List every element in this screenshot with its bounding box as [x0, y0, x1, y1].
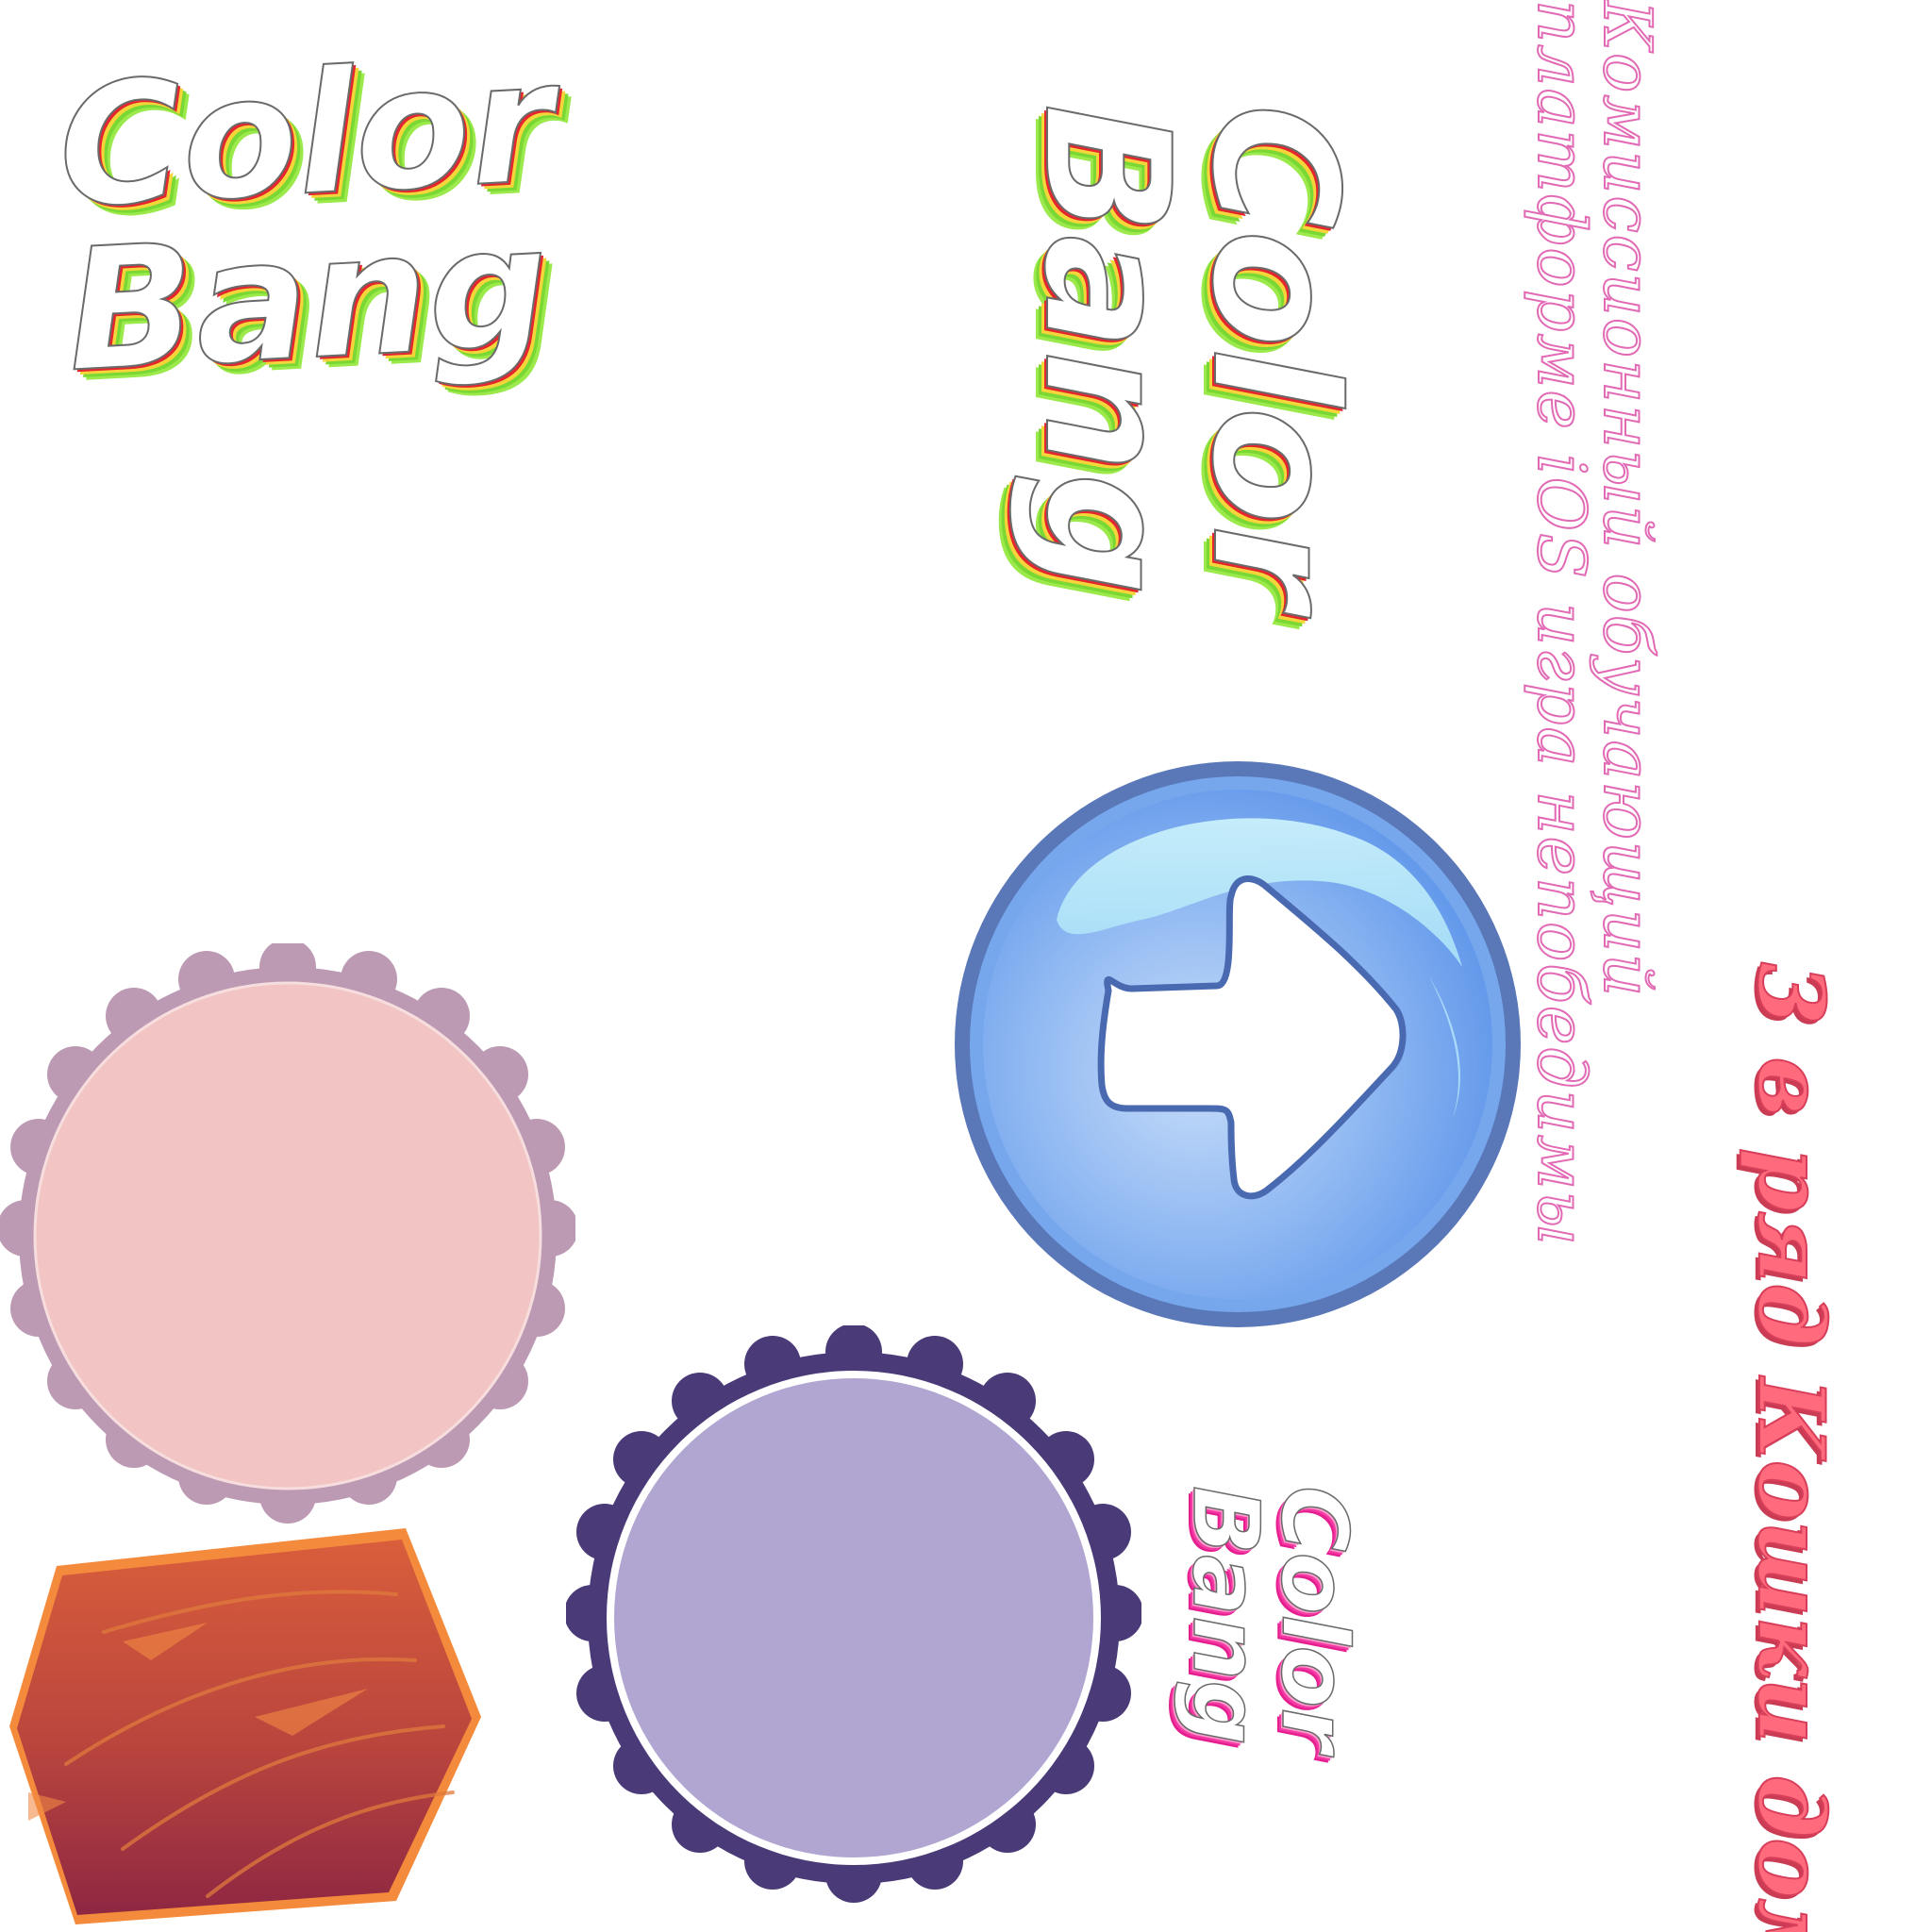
caption-outline-line1: Комиссионный обучающий [1588, 0, 1667, 999]
logo-line-bang: Bang [1006, 103, 1208, 596]
logo-line-color: Color [1260, 1485, 1368, 1753]
caption-outline: Комиссионный обучающий платформе iOS игр… [1522, 0, 1667, 1585]
color-bang-logo-vertical: Color Bang [1006, 103, 1375, 610]
purple-scalloped-badge [566, 1325, 1141, 1903]
sprite-sheet: Color Bang Color Bang Color Bang Комисси… [0, 0, 1932, 1932]
logo-line-bang: Bang [61, 189, 554, 410]
caption-solid: 3 в ряд Кошки дом [1737, 961, 1845, 1932]
logo-line-bang: Bang [1172, 1485, 1279, 1746]
logo-line-color: Color [1174, 103, 1375, 610]
pink-scalloped-badge [0, 943, 575, 1524]
color-bang-logo: Color Bang [53, 24, 566, 410]
play-button[interactable] [953, 759, 1524, 1330]
color-bang-logo-small: Color Bang [1172, 1485, 1368, 1753]
caption-outline-line2: платформе iOS игра непобедимы [1522, 0, 1601, 1248]
wooden-hexagon-tile [9, 1528, 481, 1924]
